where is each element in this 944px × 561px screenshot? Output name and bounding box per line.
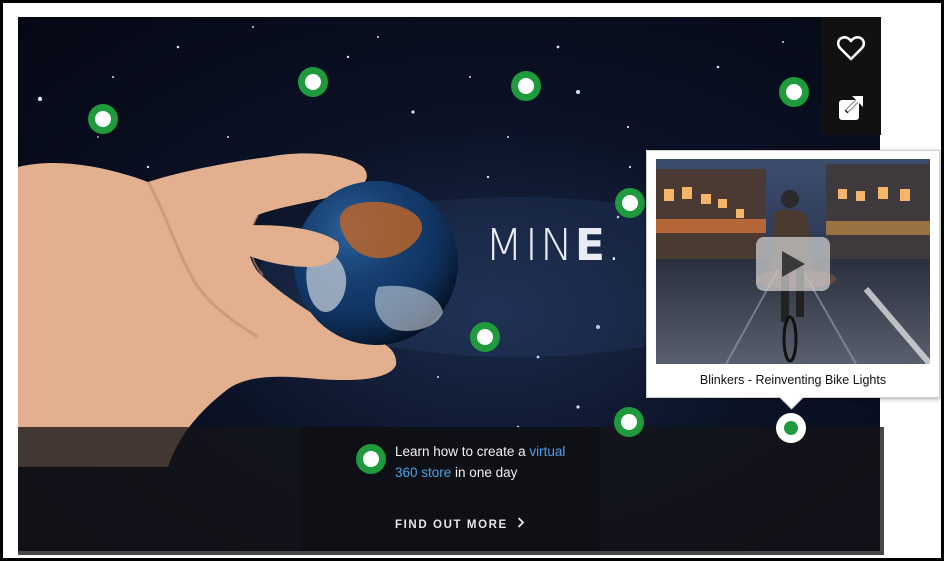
share-button[interactable] xyxy=(821,79,881,137)
hotspot-marker[interactable] xyxy=(779,77,809,107)
play-button[interactable] xyxy=(756,237,830,291)
promo-text: Learn how to create a virtual 360 store … xyxy=(395,441,585,483)
hotspot-marker[interactable] xyxy=(511,71,541,101)
chevron-right-icon xyxy=(518,517,525,528)
hotspot-marker[interactable] xyxy=(470,322,500,352)
hotspot-marker[interactable] xyxy=(356,444,386,474)
heart-icon xyxy=(837,36,865,61)
brand-bold: E xyxy=(574,220,607,271)
find-out-more-link[interactable]: FIND OUT MORE xyxy=(395,517,525,531)
brand-dot: . xyxy=(606,220,623,271)
action-panel xyxy=(821,17,881,135)
hotspot-marker[interactable] xyxy=(88,104,118,134)
promo-line-after: in one day xyxy=(451,465,518,480)
hotspot-marker[interactable] xyxy=(614,407,644,437)
play-icon xyxy=(782,251,805,277)
video-popup[interactable]: Blinkers - Reinventing Bike Lights xyxy=(646,150,940,398)
video-caption: Blinkers - Reinventing Bike Lights xyxy=(699,373,887,387)
hotspot-marker-active[interactable] xyxy=(776,413,806,443)
hotspot-marker[interactable] xyxy=(615,188,645,218)
cta-label: FIND OUT MORE xyxy=(395,519,508,531)
hotspot-marker[interactable] xyxy=(298,67,328,97)
promo-line-before: Learn how to create a xyxy=(395,444,530,459)
video-thumbnail[interactable] xyxy=(656,159,930,364)
favorite-button[interactable] xyxy=(821,19,881,77)
brand-wordmark: MINE. xyxy=(485,220,623,271)
share-icon xyxy=(839,96,863,120)
brand-plain: MIN xyxy=(485,220,575,271)
